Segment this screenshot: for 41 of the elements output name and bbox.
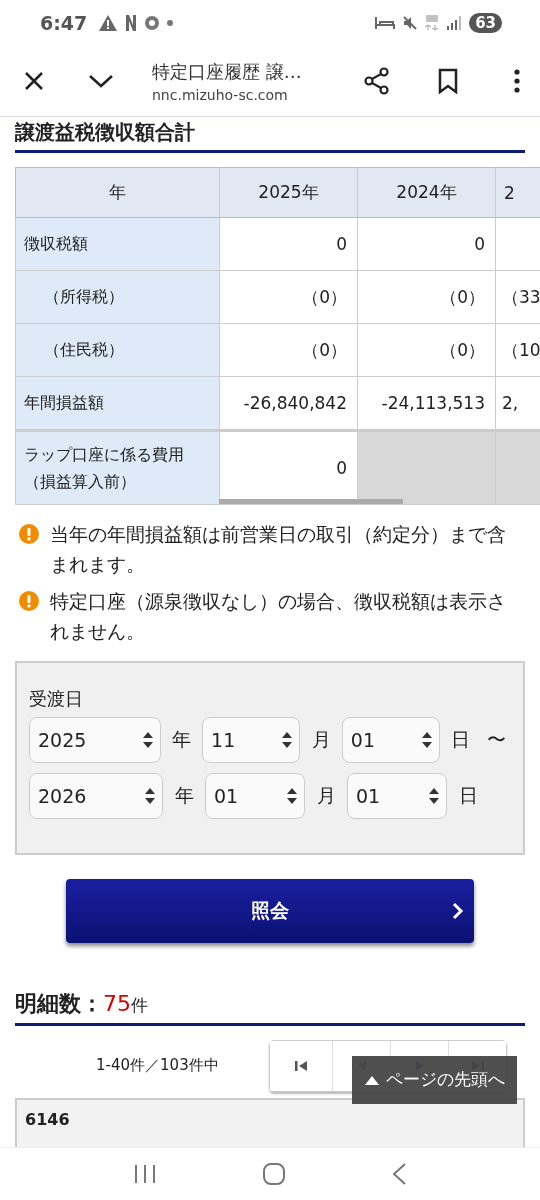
note-text: 特定口座（源泉徴収なし）の場合、徴収税額は表示されません。 bbox=[50, 588, 507, 645]
count-value: 75 bbox=[103, 990, 131, 1016]
section-heading: 譲渡益税徴収額合計 bbox=[15, 117, 525, 153]
unit-label: 日 bbox=[457, 782, 479, 808]
table-cell: （0） bbox=[357, 270, 496, 324]
column-header: 年 bbox=[15, 167, 220, 218]
unit-label: 日 bbox=[450, 726, 472, 752]
note-text: 当年の年間損益額は前営業日の取引（約定分）まで含まれます。 bbox=[50, 522, 507, 578]
page-range: 1-40件／103件中 bbox=[96, 1056, 220, 1076]
count-unit: 件 bbox=[131, 993, 148, 1017]
row-header: （住民税） bbox=[15, 323, 220, 377]
column-header: 2024年 bbox=[357, 167, 496, 218]
table-cell: 2, bbox=[495, 376, 540, 431]
table-cell: （33 bbox=[495, 270, 540, 324]
table-cell: 0 bbox=[357, 217, 496, 271]
unit-label: 年 bbox=[173, 782, 195, 808]
page-title: 特定口座履歴 譲… bbox=[152, 59, 303, 84]
unit-label: 月 bbox=[315, 782, 337, 808]
table-cell: 0 bbox=[219, 217, 358, 271]
row-header: 年間損益額 bbox=[15, 376, 220, 431]
table-cell: （10 bbox=[495, 323, 540, 377]
unit-label: 年 bbox=[170, 726, 192, 752]
count-label: 明細数： bbox=[15, 989, 103, 1018]
row-header: ラップ口座に係る費用（損益算入前） bbox=[15, 430, 220, 505]
field-label: 受渡日 bbox=[29, 686, 84, 711]
stock-code: 6146 bbox=[25, 1109, 70, 1129]
table-cell: （0） bbox=[357, 323, 496, 377]
column-header: 2025年 bbox=[219, 167, 358, 218]
column-header: 2 bbox=[495, 167, 540, 218]
table-cell: 0 bbox=[219, 430, 358, 505]
battery-indicator: 63 bbox=[469, 13, 502, 33]
table-cell: -24,113,513 bbox=[357, 376, 496, 431]
clock: 6:47 bbox=[40, 12, 88, 34]
row-header: （所得税） bbox=[15, 270, 220, 324]
page-url: nnc.mizuho-sc.com bbox=[152, 86, 289, 103]
row-header: 徴収税額 bbox=[15, 217, 220, 271]
table-cell: （0） bbox=[219, 270, 358, 324]
range-separator: 〜 bbox=[485, 726, 507, 752]
table-cell: -26,840,842 bbox=[219, 376, 358, 431]
unit-label: 月 bbox=[310, 726, 332, 752]
table-cell: （0） bbox=[219, 323, 358, 377]
